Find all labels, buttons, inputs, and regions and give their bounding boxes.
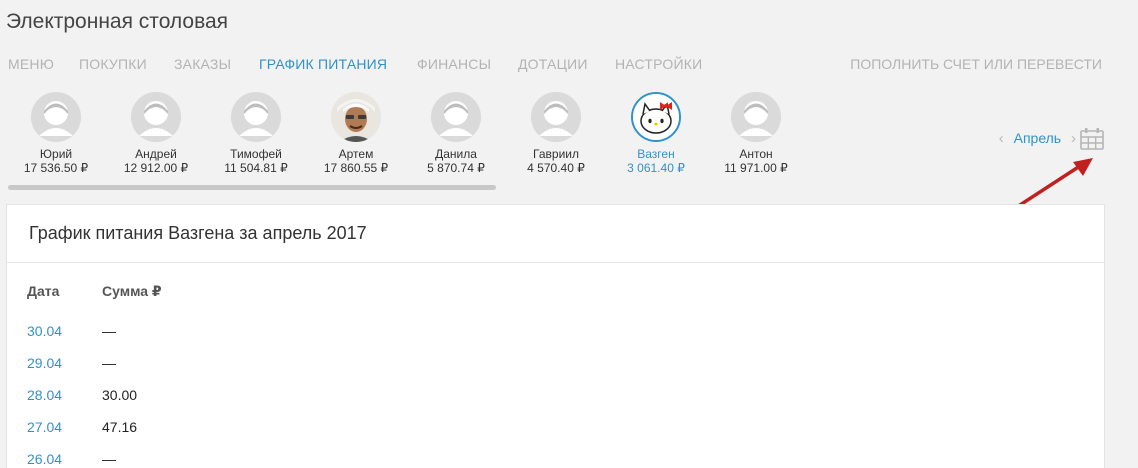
child-name: Юрий	[39, 147, 73, 161]
card-title: График питания Вазгена за апрель 2017	[7, 205, 1104, 263]
child-name: Гавриил	[533, 147, 579, 161]
nav-finances[interactable]: Финансы	[417, 56, 491, 72]
column-header-date: Дата	[27, 283, 60, 299]
child-item[interactable]: Тимофей 11 504.81 ₽	[206, 92, 306, 176]
child-item[interactable]: Андрей 12 912.00 ₽	[106, 92, 206, 176]
topup-link[interactable]: ПОПОЛНИТЬ СЧЕТ ИЛИ ПЕРЕВЕСТИ	[850, 56, 1102, 72]
row-sum: —	[102, 355, 116, 371]
child-name: Вазген	[637, 147, 675, 161]
nav-subsidies[interactable]: Дотации	[518, 56, 588, 72]
child-name: Тимофей	[230, 147, 282, 161]
avatar-placeholder-icon	[431, 92, 481, 142]
app-title: Электронная столовая	[6, 10, 229, 33]
row-date-link[interactable]: 26.04	[27, 451, 62, 467]
child-balance: 17 536.50 ₽	[23, 161, 89, 175]
table-row: 28.04 30.00	[27, 387, 327, 407]
child-name: Артем	[338, 147, 374, 161]
child-item[interactable]: Юрий 17 536.50 ₽	[6, 92, 106, 176]
row-sum: 47.16	[102, 419, 138, 435]
current-month[interactable]: Апрель	[1014, 130, 1062, 146]
avatar-placeholder-icon	[531, 92, 581, 142]
children-carousel: Юрий 17 536.50 ₽ Андрей 12 912.00 ₽ Тимо…	[6, 92, 1006, 192]
child-item[interactable]: Антон 11 971.00 ₽	[706, 92, 806, 176]
row-sum: —	[102, 451, 116, 467]
child-name: Андрей	[135, 147, 177, 161]
row-sum: —	[102, 323, 116, 339]
nav-meal-schedule[interactable]: График питания	[259, 56, 387, 72]
avatar-placeholder-icon	[31, 92, 81, 142]
child-item[interactable]: Данила 5 870.74 ₽	[406, 92, 506, 176]
child-balance: 4 570.40 ₽	[527, 161, 585, 175]
hello-kitty-avatar-icon	[631, 92, 681, 142]
carousel-scrollbar[interactable]	[8, 185, 496, 190]
chevron-left-icon[interactable]: ‹	[999, 130, 1004, 147]
row-date-link[interactable]: 30.04	[27, 323, 62, 339]
child-balance: 11 971.00 ₽	[724, 161, 788, 175]
child-balance: 3 061.40 ₽	[627, 161, 685, 175]
main-nav: Меню Покупки Заказы График питания Финан…	[0, 56, 1138, 74]
child-item-selected[interactable]: Вазген 3 061.40 ₽	[606, 92, 706, 176]
calendar-grid-icon[interactable]	[1080, 128, 1104, 150]
nav-settings[interactable]: Настройки	[615, 56, 702, 72]
child-name: Данила	[435, 147, 477, 161]
column-header-sum: Сумма ₽	[102, 283, 162, 299]
avatar-placeholder-icon	[231, 92, 281, 142]
child-balance: 12 912.00 ₽	[123, 161, 189, 175]
table-row: 27.04 47.16	[27, 419, 327, 439]
child-item[interactable]: Гавриил 4 570.40 ₽	[506, 92, 606, 176]
nav-purchases[interactable]: Покупки	[79, 56, 147, 72]
avatar-placeholder-icon	[131, 92, 181, 142]
table-row: 29.04 —	[27, 355, 327, 375]
table-row: 26.04 —	[27, 451, 327, 468]
avatar-photo	[331, 92, 381, 142]
row-date-link[interactable]: 27.04	[27, 419, 62, 435]
chevron-right-icon[interactable]: ›	[1071, 130, 1076, 147]
child-balance: 17 860.55 ₽	[323, 161, 389, 175]
table-row: 30.04 —	[27, 323, 327, 343]
row-date-link[interactable]: 29.04	[27, 355, 62, 371]
nav-menu[interactable]: Меню	[8, 56, 54, 72]
month-navigator: ‹ Апрель ›	[999, 130, 1076, 147]
child-balance: 11 504.81 ₽	[224, 161, 288, 175]
meal-schedule-card: График питания Вазгена за апрель 2017 Да…	[6, 204, 1105, 468]
row-sum: 30.00	[102, 387, 138, 403]
child-name: Антон	[739, 147, 773, 161]
nav-orders[interactable]: Заказы	[174, 56, 231, 72]
row-date-link[interactable]: 28.04	[27, 387, 62, 403]
child-balance: 5 870.74 ₽	[427, 161, 485, 175]
avatar-placeholder-icon	[731, 92, 781, 142]
child-item[interactable]: Артем 17 860.55 ₽	[306, 92, 406, 176]
